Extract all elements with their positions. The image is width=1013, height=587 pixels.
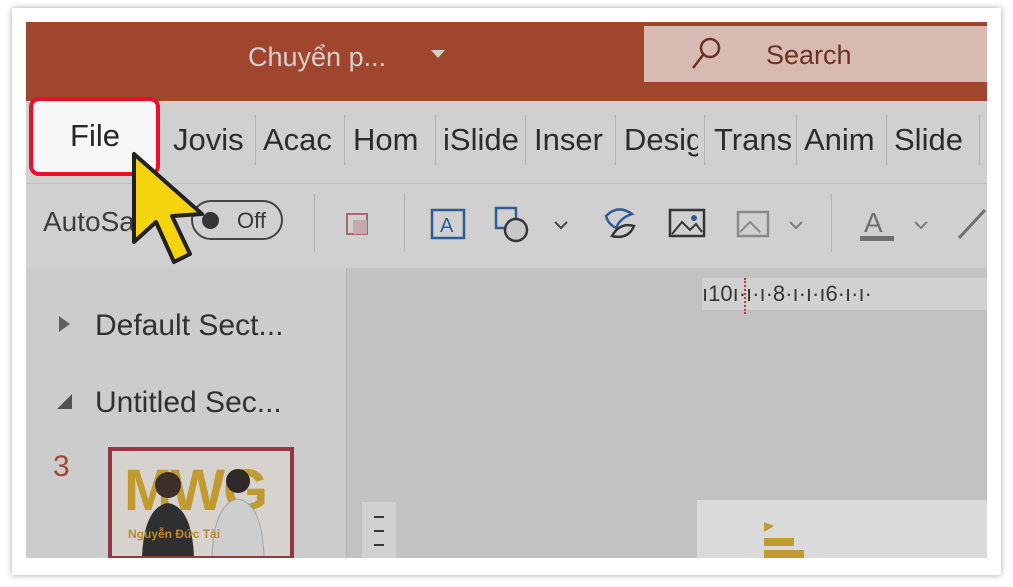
format-shape-icon[interactable]: [339, 202, 383, 246]
section-untitled[interactable]: Untitled Sec...: [95, 386, 282, 420]
toggle-state-label: Off: [237, 208, 266, 233]
picture-icon[interactable]: [666, 202, 710, 246]
expand-arrow-icon[interactable]: [59, 316, 70, 332]
tab-file-label: File: [70, 118, 120, 153]
chevron-down-icon[interactable]: [431, 50, 445, 58]
search-icon: [692, 37, 721, 69]
toolbar-divider: [831, 194, 832, 252]
tab-animations[interactable]: Anim: [804, 120, 880, 160]
tab-islide[interactable]: iSlide: [443, 120, 519, 160]
ruler-tick: [374, 544, 384, 546]
slides-panel: Default Sect... Untitled Sec... 3 MWG Ng…: [26, 268, 347, 558]
chevron-down-icon[interactable]: [786, 202, 806, 246]
slide-logo-icon: [764, 522, 804, 558]
svg-text:A: A: [440, 215, 454, 237]
chevron-down-icon[interactable]: [551, 202, 571, 246]
collapse-arrow-icon[interactable]: [57, 394, 72, 409]
pen-icon[interactable]: [951, 202, 987, 246]
slide-number: 3: [53, 450, 70, 483]
tab-divider: [344, 115, 345, 165]
tab-divider: [615, 115, 616, 165]
tab-divider: [886, 115, 887, 165]
ruler-tick: [374, 530, 384, 532]
document-title[interactable]: Chuyển p...: [248, 42, 386, 73]
chevron-down-icon[interactable]: [911, 202, 931, 246]
slide-thumbnail[interactable]: MWG Nguyễn Đức Tài: [108, 447, 294, 558]
search-box[interactable]: Search: [644, 26, 987, 82]
vertical-ruler: [362, 502, 396, 558]
slide-page[interactable]: [697, 500, 987, 558]
tab-transitions[interactable]: Transitions: [714, 120, 792, 160]
tab-slide-show[interactable]: Slide: [894, 120, 974, 160]
tab-divider: [979, 115, 980, 165]
tab-acac[interactable]: Acac: [263, 120, 337, 160]
tab-insert[interactable]: Inser: [534, 120, 610, 160]
ruler-indicator: [744, 278, 746, 314]
toolbar-divider: [404, 194, 405, 252]
alt-picture-icon[interactable]: [732, 202, 776, 246]
slide-editor[interactable]: ı10ı·ı·ı·8·ı·ı·ı6·ı·ı·: [347, 268, 987, 558]
thumbnail-caption: Nguyễn Đức Tài: [128, 527, 221, 541]
ruler-tick: [374, 516, 384, 518]
tab-divider: [525, 115, 526, 165]
tab-divider: [435, 115, 436, 165]
tab-divider: [796, 115, 797, 165]
person-image: [142, 472, 194, 556]
icons-icon[interactable]: [598, 202, 642, 246]
font-color-icon[interactable]: A: [856, 202, 900, 246]
pointer-arrow-icon: [132, 152, 204, 264]
section-default[interactable]: Default Sect...: [95, 309, 283, 343]
tab-divider: [704, 115, 705, 165]
tab-design[interactable]: Design: [624, 120, 698, 160]
toolbar-divider: [314, 194, 315, 252]
search-label: Search: [766, 40, 852, 70]
tab-divider: [255, 115, 256, 165]
shapes-icon[interactable]: [492, 202, 536, 246]
svg-text:A: A: [864, 207, 883, 238]
textbox-icon[interactable]: A: [426, 202, 470, 246]
tab-home[interactable]: Hom: [353, 120, 429, 160]
title-bar: Chuyển p... Search: [26, 22, 987, 101]
person-image: [211, 469, 265, 556]
powerpoint-window: Chuyển p... Search Jovis Acac Hom iSlide…: [26, 22, 987, 558]
